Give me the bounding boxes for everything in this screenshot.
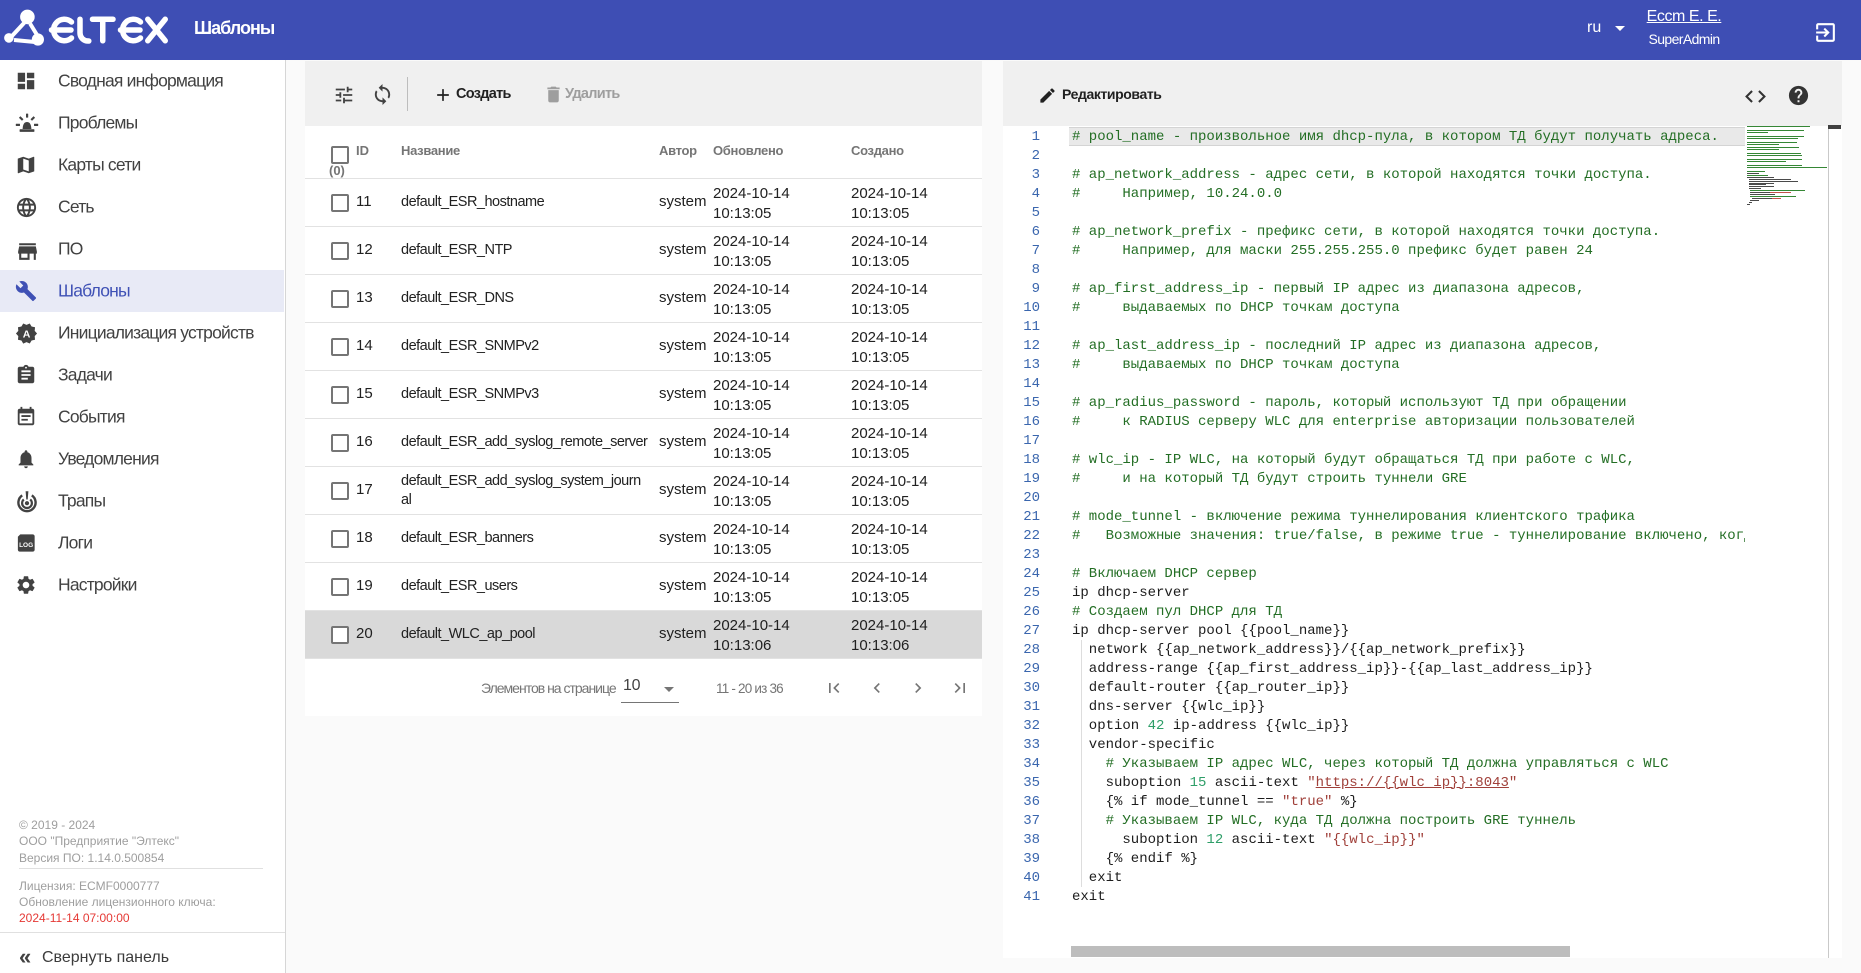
svg-text:LOG: LOG (19, 542, 33, 549)
svg-text:A: A (23, 329, 31, 341)
